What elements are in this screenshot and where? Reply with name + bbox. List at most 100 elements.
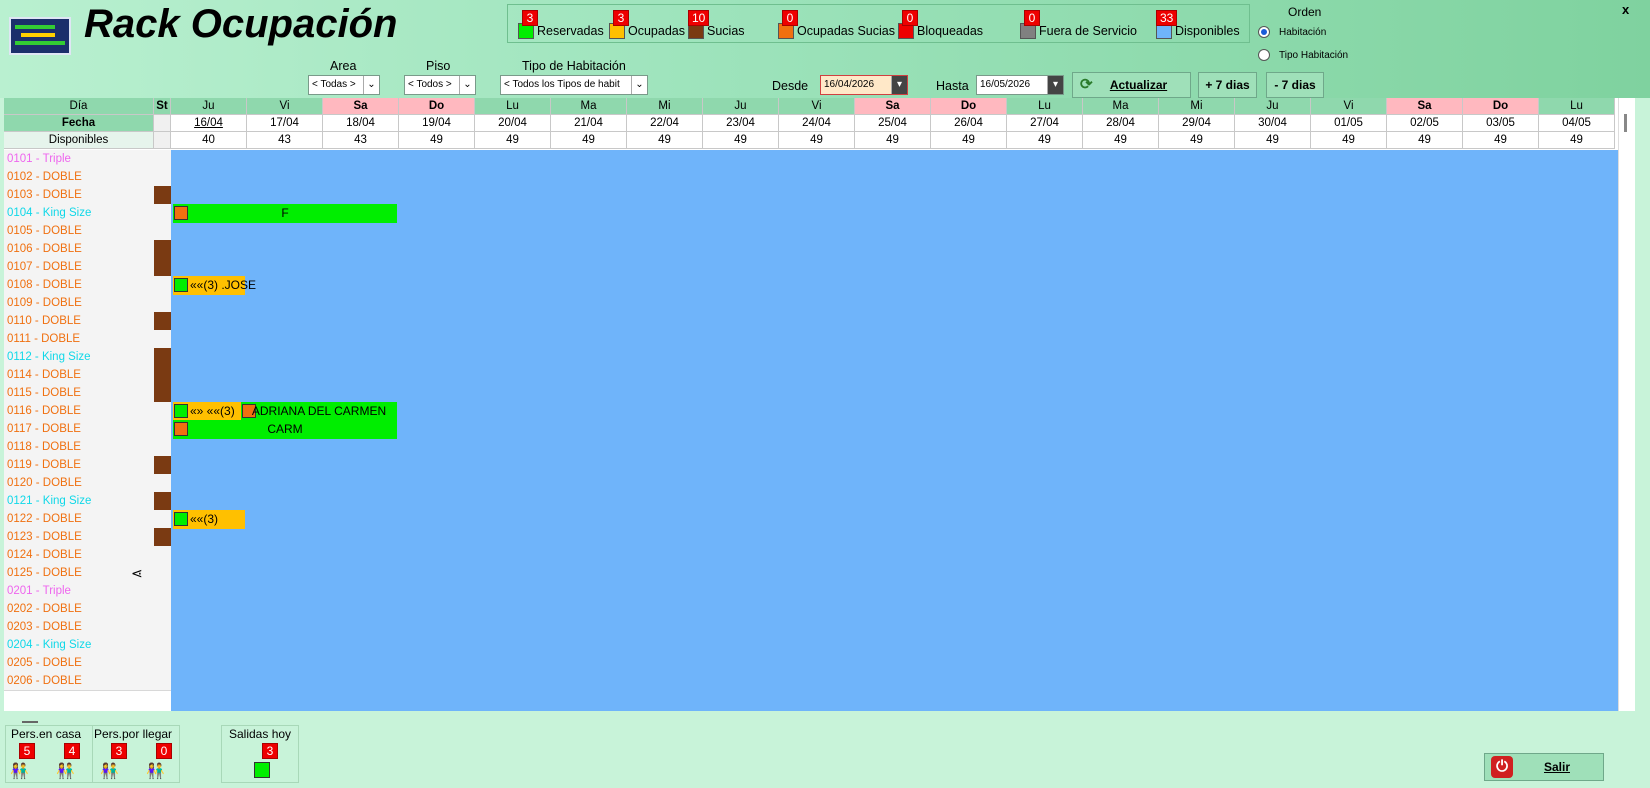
grid-header-fecha: Fecha xyxy=(4,115,154,132)
room-row-label[interactable]: 0104 - King Size xyxy=(4,204,154,223)
chevron-down-icon[interactable]: ⌄ xyxy=(459,76,475,94)
orden-habitacion-radio[interactable] xyxy=(1258,26,1270,38)
reservation-bar[interactable]: ««(3) .JOSE xyxy=(173,276,256,295)
child-person-icon: 👫 xyxy=(146,763,165,780)
day-disp-cell: 49 xyxy=(1235,132,1311,149)
day-dia-cell: Sa xyxy=(1387,98,1463,115)
reservation-bar[interactable]: ADRIANA DEL CARMEN xyxy=(241,402,397,421)
day-dia-cell: Do xyxy=(931,98,1007,115)
share-icon[interactable]: ⋖ xyxy=(131,565,143,581)
legend-count-badge: 10 xyxy=(688,10,710,26)
day-fecha-cell[interactable]: 27/04 xyxy=(1007,115,1083,132)
room-row-label[interactable]: 0108 - DOBLE xyxy=(4,276,154,295)
room-row-label[interactable]: 0109 - DOBLE xyxy=(4,294,154,313)
hasta-value: 16/05/2026 xyxy=(980,79,1031,90)
chevron-down-icon[interactable]: ⌄ xyxy=(363,76,379,94)
room-row-label[interactable]: 0117 - DOBLE xyxy=(4,420,154,439)
room-row-label[interactable]: 0103 - DOBLE xyxy=(4,186,154,205)
reservation-guest-label: ««(3) xyxy=(190,512,219,526)
desde-date-field[interactable]: 16/04/2026 ▾ xyxy=(820,75,908,95)
day-fecha-cell[interactable]: 30/04 xyxy=(1235,115,1311,132)
day-fecha-cell[interactable]: 16/04 xyxy=(171,115,247,132)
vertical-scrollbar[interactable] xyxy=(1618,98,1635,711)
close-icon[interactable]: x xyxy=(1622,2,1629,17)
refresh-icon: ⟳ xyxy=(1080,76,1093,93)
day-fecha-cell[interactable]: 19/04 xyxy=(399,115,475,132)
area-select[interactable]: < Todas > ⌄ xyxy=(308,75,380,95)
room-row-label[interactable]: 0206 - DOBLE xyxy=(4,672,154,691)
legend-count-badge: 33 xyxy=(1156,10,1178,26)
day-fecha-cell[interactable]: 03/05 xyxy=(1463,115,1539,132)
day-fecha-cell[interactable]: 17/04 xyxy=(247,115,323,132)
room-row-label[interactable]: 0102 - DOBLE xyxy=(4,168,154,187)
day-fecha-cell[interactable]: 01/05 xyxy=(1311,115,1387,132)
day-disp-cell: 43 xyxy=(247,132,323,149)
minus-7-days-button[interactable]: - 7 dias xyxy=(1266,72,1324,98)
hasta-date-field[interactable]: 16/05/2026 ▾ xyxy=(976,75,1064,95)
orden-habitacion-label: Habitación xyxy=(1279,27,1327,38)
room-row-label[interactable]: 0105 - DOBLE xyxy=(4,222,154,241)
day-fecha-cell[interactable]: 20/04 xyxy=(475,115,551,132)
reservation-bar[interactable]: CARM xyxy=(173,420,397,439)
room-row-label[interactable]: 0112 - King Size xyxy=(4,348,154,367)
day-fecha-cell[interactable]: 28/04 xyxy=(1083,115,1159,132)
app-logo-icon xyxy=(9,17,71,55)
day-fecha-cell[interactable]: 21/04 xyxy=(551,115,627,132)
room-row-label[interactable]: 0204 - King Size xyxy=(4,636,154,655)
day-fecha-cell[interactable]: 23/04 xyxy=(703,115,779,132)
reservation-bar[interactable]: F xyxy=(173,204,397,223)
day-fecha-cell[interactable]: 26/04 xyxy=(931,115,1007,132)
scroll-thumb[interactable] xyxy=(1624,114,1627,132)
room-row-label[interactable]: 0115 - DOBLE xyxy=(4,384,154,403)
day-fecha-cell[interactable]: 04/05 xyxy=(1539,115,1615,132)
room-row-label[interactable]: 0205 - DOBLE xyxy=(4,654,154,673)
splitter-handle[interactable] xyxy=(22,721,38,723)
room-row-label[interactable]: 0119 - DOBLE xyxy=(4,456,154,475)
calendar-dropdown-icon[interactable]: ▾ xyxy=(1047,76,1063,94)
orden-label: Orden xyxy=(1288,5,1322,19)
calendar-dropdown-icon[interactable]: ▾ xyxy=(891,76,907,94)
tipo-select[interactable]: < Todos los Tipos de habit ⌄ xyxy=(500,75,648,95)
plus-7-days-button[interactable]: + 7 dias xyxy=(1198,72,1257,98)
room-row-label[interactable]: 0107 - DOBLE xyxy=(4,258,154,277)
room-row-label[interactable]: 0106 - DOBLE xyxy=(4,240,154,259)
orden-tipo-radio[interactable] xyxy=(1258,49,1270,61)
reservation-status-icon xyxy=(174,512,188,526)
room-status-cell xyxy=(154,294,171,313)
day-dia-cell: Sa xyxy=(323,98,399,115)
room-row-label[interactable]: 0201 - Triple xyxy=(4,582,154,601)
day-fecha-cell[interactable]: 02/05 xyxy=(1387,115,1463,132)
piso-value: < Todos > xyxy=(408,79,452,90)
room-status-dirty xyxy=(154,366,171,385)
room-row-label[interactable]: 0118 - DOBLE xyxy=(4,438,154,457)
day-fecha-cell[interactable]: 22/04 xyxy=(627,115,703,132)
room-row-label[interactable]: 0121 - King Size xyxy=(4,492,154,511)
reservation-bar[interactable]: ««(3) xyxy=(173,510,245,529)
day-disp-cell: 43 xyxy=(323,132,399,149)
room-status-dirty xyxy=(154,384,171,403)
room-row-label[interactable]: 0114 - DOBLE xyxy=(4,366,154,385)
room-row-label[interactable]: 0124 - DOBLE xyxy=(4,546,154,565)
pers-en-casa-adults-count: 5 xyxy=(19,743,35,759)
room-row-label[interactable]: 0111 - DOBLE xyxy=(4,330,154,349)
room-row-label[interactable]: 0123 - DOBLE xyxy=(4,528,154,547)
room-row-label[interactable]: 0202 - DOBLE xyxy=(4,600,154,619)
day-fecha-cell[interactable]: 18/04 xyxy=(323,115,399,132)
room-row-label[interactable]: 0122 - DOBLE xyxy=(4,510,154,529)
reservation-bar[interactable]: «» ««(3) xyxy=(173,402,245,421)
salir-button[interactable]: ⏻ Salir xyxy=(1484,753,1604,781)
day-fecha-cell[interactable]: 24/04 xyxy=(779,115,855,132)
day-fecha-cell[interactable]: 29/04 xyxy=(1159,115,1235,132)
room-status-cell xyxy=(154,636,171,655)
day-fecha-cell[interactable]: 25/04 xyxy=(855,115,931,132)
room-row-label[interactable]: 0203 - DOBLE xyxy=(4,618,154,637)
day-disp-cell: 49 xyxy=(1463,132,1539,149)
actualizar-button[interactable]: ⟳ Actualizar xyxy=(1072,72,1191,98)
room-row-label[interactable]: 0101 - Triple xyxy=(4,150,154,169)
hasta-label: Hasta xyxy=(936,79,969,93)
room-row-label[interactable]: 0110 - DOBLE xyxy=(4,312,154,331)
room-row-label[interactable]: 0116 - DOBLE xyxy=(4,402,154,421)
room-row-label[interactable]: 0120 - DOBLE xyxy=(4,474,154,493)
chevron-down-icon[interactable]: ⌄ xyxy=(631,76,647,94)
piso-select[interactable]: < Todos > ⌄ xyxy=(404,75,476,95)
